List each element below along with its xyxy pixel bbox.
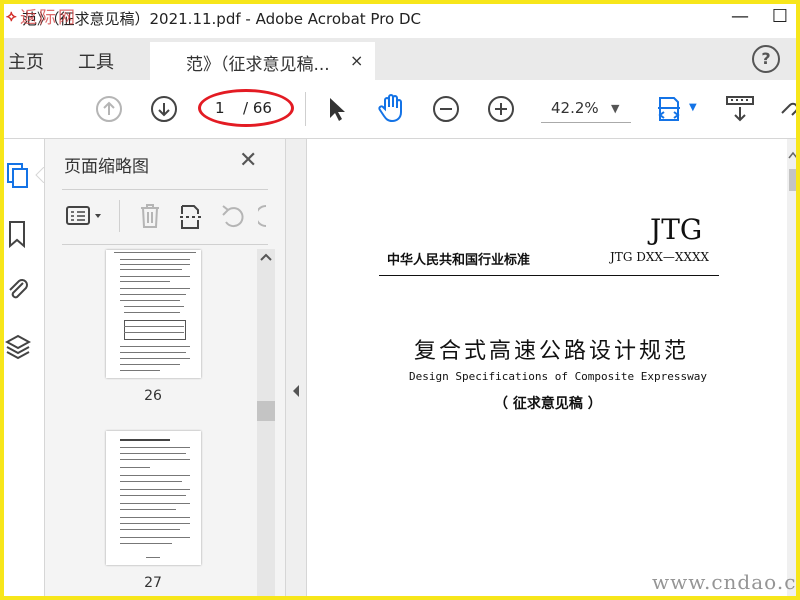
zoom-level-value: 42.2% <box>551 99 599 117</box>
layers-icon[interactable] <box>5 333 31 363</box>
document-tab-label: 范》（征求意见稿... <box>186 55 330 75</box>
page-thumbnails-icon[interactable] <box>5 161 31 189</box>
scroll-up-icon[interactable] <box>788 151 798 162</box>
scrolling-mode-icon[interactable] <box>724 94 756 124</box>
title-bar: ⟡ 范》（征求意见稿）2021.11.pdf - Adobe Acrobat P… <box>0 0 800 38</box>
zoom-in-icon[interactable] <box>487 95 515 123</box>
acrobat-app-icon: ⟡ <box>6 6 17 25</box>
next-page-icon[interactable] <box>150 95 178 123</box>
selected-panel-indicator <box>35 167 44 183</box>
tab-document[interactable]: 范》（征求意见稿... × <box>150 42 375 80</box>
red-highlight-annotation <box>198 89 294 127</box>
zoom-out-icon[interactable] <box>432 95 460 123</box>
minimize-button[interactable]: — <box>720 2 760 32</box>
title-watermark-overlay: 返际网 <box>20 8 77 28</box>
previous-page-icon[interactable] <box>95 95 123 123</box>
delete-page-icon[interactable] <box>138 202 162 230</box>
page-thumbnail[interactable] <box>106 431 201 565</box>
rotate-clockwise-icon[interactable] <box>258 202 268 230</box>
thumbnail-toolbar <box>62 189 268 245</box>
navigation-rail <box>0 139 45 600</box>
document-title-english: Design Specifications of Composite Expre… <box>409 370 708 383</box>
panel-splitter[interactable] <box>286 139 307 600</box>
attachment-icon[interactable] <box>5 275 31 305</box>
select-cursor-icon[interactable] <box>326 95 348 123</box>
tab-bar: 主页 工具 范》（征求意见稿... × ? <box>0 38 800 80</box>
thumbnail-table <box>124 320 186 340</box>
header-rule <box>379 275 719 276</box>
draft-label: （ 征求意见稿 ） <box>494 396 602 412</box>
standard-code: JTG <box>650 213 703 246</box>
main-toolbar: 1 / 66 42.2% ▼ ▼ <box>0 80 800 139</box>
page-thumbnail-label: 27 <box>144 575 162 591</box>
scroll-up-icon[interactable] <box>259 251 273 265</box>
hand-tool-icon[interactable] <box>376 92 408 124</box>
bookmark-icon[interactable] <box>5 219 31 249</box>
thumbnail-scrollbar[interactable] <box>257 249 275 600</box>
help-icon[interactable]: ? <box>752 45 780 73</box>
zoom-level-dropdown[interactable]: 42.2% ▼ <box>541 96 631 123</box>
scrollbar-thumb[interactable] <box>789 169 798 191</box>
collapse-panel-icon[interactable] <box>291 384 301 401</box>
chevron-down-icon: ▼ <box>611 102 620 115</box>
standard-category: 中华人民共和国行业标准 <box>387 253 531 268</box>
page-thumbnails-panel: 页面缩略图 ✕ 26 27 <box>45 139 286 600</box>
document-view[interactable]: JTG 中华人民共和国行业标准 JTG DXX—XXXX 复合式高速公路设计规范… <box>307 139 787 600</box>
window-title: 范》（征求意见稿）2021.11.pdf - Adobe Acrobat Pro… <box>22 10 421 28</box>
link-icon[interactable] <box>778 95 800 123</box>
insert-page-icon[interactable] <box>178 202 206 230</box>
fit-page-icon[interactable] <box>656 92 688 126</box>
document-tab-close-button[interactable]: × <box>350 51 363 70</box>
document-title: 复合式高速公路设计规范 <box>414 339 690 364</box>
toolbar-separator <box>305 92 306 126</box>
page-thumbnail[interactable] <box>106 250 201 378</box>
tab-home[interactable]: 主页 <box>8 48 44 74</box>
fit-page-dropdown-icon[interactable]: ▼ <box>689 102 697 113</box>
thumbnail-options-icon[interactable] <box>65 204 107 228</box>
page-thumbnail-label: 26 <box>144 388 162 404</box>
toolbar-separator <box>119 200 120 232</box>
panel-title: 页面缩略图 <box>64 157 149 177</box>
tab-tools[interactable]: 工具 <box>78 48 114 74</box>
maximize-button[interactable]: ☐ <box>760 2 800 32</box>
document-scrollbar[interactable] <box>787 139 800 600</box>
scrollbar-thumb[interactable] <box>257 401 275 421</box>
standard-number: JTG DXX—XXXX <box>610 250 710 264</box>
close-panel-icon[interactable]: ✕ <box>239 148 257 173</box>
rotate-page-icon[interactable] <box>220 202 248 230</box>
site-watermark: www.cndao.com <box>652 570 800 594</box>
